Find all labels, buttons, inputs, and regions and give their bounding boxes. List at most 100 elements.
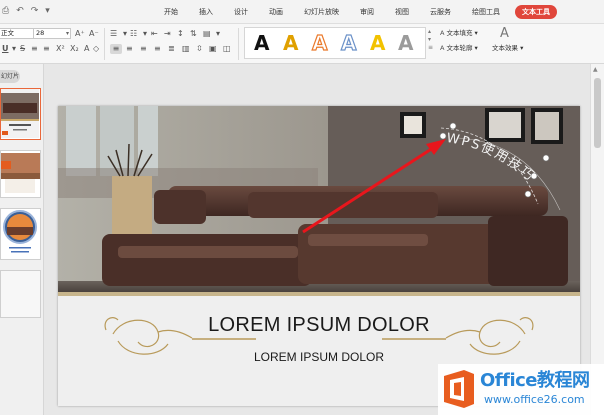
increase-indent-icon[interactable]: ⇥ (164, 29, 171, 39)
gallery-up-icon[interactable]: ▴ (428, 28, 433, 36)
text-outline-icon: A (440, 44, 445, 52)
office-logo-icon (444, 370, 474, 408)
slide-thumbnail-4[interactable] (0, 270, 41, 318)
quick-access-toolbar: ⎙ ↶ ↷ ▾ (2, 4, 50, 18)
underline-dropdown-icon[interactable]: ▾ (12, 44, 16, 54)
clear-format-icon[interactable]: ◇ (93, 44, 99, 54)
font-color-icon[interactable]: A (84, 44, 89, 54)
vertical-align-icon[interactable]: ⇳ (196, 44, 203, 54)
wordart-style-orange-outline[interactable]: A (311, 30, 328, 55)
slide-thumbnail-1-preview (1, 89, 39, 138)
paragraph-dropdown-icon[interactable]: ▾ (216, 29, 220, 39)
gallery-down-icon[interactable]: ▾ (428, 36, 433, 44)
selection-handle[interactable] (449, 122, 457, 130)
selection-handle[interactable] (524, 190, 532, 198)
decrease-font-icon[interactable]: A⁻ (89, 29, 99, 39)
text-box-icon[interactable]: ▣ (209, 44, 217, 54)
convert-smartart-icon[interactable]: ◫ (223, 44, 231, 54)
text-effect-icon[interactable]: A (500, 27, 509, 41)
rotate-handle[interactable] (542, 154, 550, 162)
tab-animation[interactable]: 动画 (269, 0, 283, 24)
slide-canvas[interactable]: LOREM IPSUM DOLOR LOREM IPSUM DOLOR WPS使… (58, 106, 580, 406)
text-fill-button[interactable]: A 文本填充 ▾ (440, 29, 478, 38)
align-right-icon[interactable]: ≡ (140, 44, 147, 54)
wordart-style-yellow-solid[interactable]: A (370, 31, 385, 55)
print-icon[interactable]: ⎙ (2, 4, 9, 18)
undo-icon[interactable]: ↶ (16, 4, 24, 18)
ribbon-separator (104, 28, 105, 60)
tab-cloud-service[interactable]: 云服务 (430, 0, 451, 24)
slide-thumbnail-2-preview (1, 151, 40, 197)
tab-text-tools[interactable]: 文本工具 (515, 5, 557, 19)
chevron-down-icon: ▾ (472, 44, 478, 52)
redo-icon[interactable]: ↷ (31, 4, 39, 18)
wordart-style-gold-solid[interactable]: A (283, 31, 298, 55)
font-name-value: 正文 (1, 29, 14, 37)
tab-design[interactable]: 设计 (234, 0, 248, 24)
columns-icon[interactable]: ▥ (182, 44, 190, 54)
bullets-dropdown-icon[interactable]: ▾ (123, 29, 127, 39)
font-size-select[interactable]: 28 ▾ (33, 28, 71, 39)
tab-review[interactable]: 审阅 (360, 0, 374, 24)
slide-thumbnail-2[interactable] (0, 150, 41, 198)
superscript-icon[interactable]: X² (56, 44, 65, 54)
gallery-more-icon[interactable]: ≡ (428, 44, 433, 52)
vertical-scrollbar[interactable]: ▲ (590, 64, 604, 415)
chevron-down-icon: ▾ (472, 29, 478, 37)
numbering-dropdown-icon[interactable]: ▾ (143, 29, 147, 39)
arc-wordart-text[interactable]: WPS使用技巧 (445, 131, 537, 185)
chevron-down-icon: ▾ (518, 44, 524, 52)
chevron-down-icon: ▾ (65, 30, 69, 37)
text-fill-label: 文本填充 (446, 29, 473, 37)
site-watermark: Office教程网 www.office26.com (438, 364, 604, 415)
scrollbar-thumb[interactable] (594, 78, 601, 148)
tab-insert[interactable]: 插入 (199, 0, 213, 24)
numbering-icon[interactable]: ☷ (130, 29, 137, 39)
slide-thumbnail-1[interactable] (0, 88, 41, 140)
distribute-icon[interactable]: ≣ (168, 44, 175, 54)
ribbon-tabs: 开始 插入 设计 动画 幻灯片放映 审阅 视图 云服务 绘图工具 文本工具 (164, 0, 578, 24)
text-effect-label: 文本效果 (492, 44, 518, 52)
decrease-indent-icon[interactable]: ⇤ (151, 29, 158, 39)
text-fill-icon: A (440, 29, 445, 37)
tab-view[interactable]: 视图 (395, 0, 409, 24)
text-effect-button[interactable]: 文本效果 ▾ (492, 44, 523, 53)
align-left-icon[interactable]: ≡ (110, 44, 122, 54)
wordart-style-gallery: A A A A A A (244, 27, 426, 59)
font-size-value: 28 (36, 29, 45, 37)
slides-tab[interactable]: 幻灯片 (0, 70, 20, 83)
wordart-style-black-solid[interactable]: A (254, 31, 269, 55)
scroll-up-icon[interactable]: ▲ (593, 66, 598, 73)
tab-home[interactable]: 开始 (164, 0, 178, 24)
align-center-icon[interactable]: ≡ (126, 44, 133, 54)
tab-drawing-tools[interactable]: 绘图工具 (472, 0, 500, 24)
wordart-style-blue-outline[interactable]: A (340, 30, 357, 55)
customize-dropdown-icon[interactable]: ▾ (45, 4, 50, 18)
watermark-url: www.office26.com (484, 393, 585, 406)
slide-thumbnail-pane: 幻灯片 (0, 64, 44, 415)
text-outline-label: 文本轮廓 (446, 44, 473, 52)
slide-editing-area: LOREM IPSUM DOLOR LOREM IPSUM DOLOR WPS使… (44, 64, 590, 415)
paragraph-settings-icon[interactable]: ▤ (203, 29, 211, 39)
selection-handle[interactable] (439, 132, 447, 140)
underline-icon[interactable]: U (2, 44, 9, 54)
gallery-scroll: ▴ ▾ ≡ (428, 28, 433, 52)
subscript-icon[interactable]: X₂ (70, 44, 79, 54)
wordart-style-gray-gradient[interactable]: A (398, 31, 413, 55)
tab-slideshow[interactable]: 幻灯片放映 (304, 0, 339, 24)
text-direction-icon[interactable]: ⇅ (190, 29, 197, 39)
watermark-brand: Office教程网 (480, 370, 590, 391)
arc-text-selection: WPS使用技巧 (302, 122, 561, 234)
slide-thumbnail-3[interactable] (0, 208, 41, 260)
line-spacing-icon[interactable]: ↕ (177, 29, 184, 39)
align-bottom-icon[interactable]: ≡ (43, 44, 50, 54)
bullets-icon[interactable]: ☰ (110, 29, 117, 39)
slide-thumbnail-3-preview (1, 209, 40, 259)
ribbon-separator (238, 28, 239, 60)
strikethrough-icon[interactable]: S (20, 44, 25, 54)
align-top-icon[interactable]: ≡ (31, 44, 38, 54)
selection-handle[interactable] (530, 172, 538, 180)
text-outline-button[interactable]: A 文本轮廓 ▾ (440, 44, 478, 53)
increase-font-icon[interactable]: A⁺ (75, 29, 85, 39)
justify-icon[interactable]: ≡ (154, 44, 161, 54)
